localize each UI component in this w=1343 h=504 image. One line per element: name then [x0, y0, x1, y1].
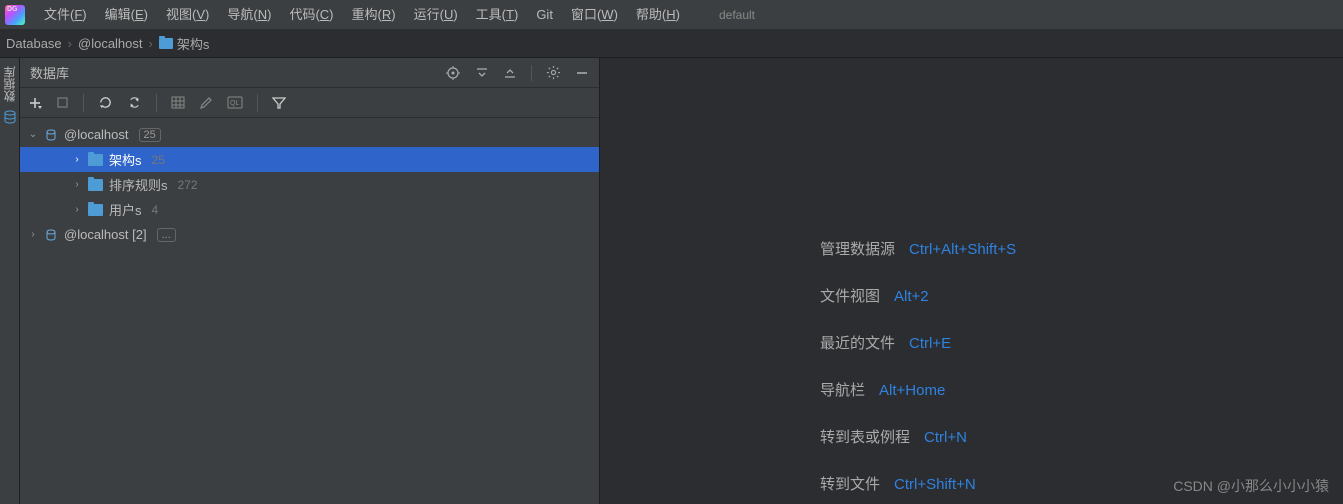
menu-item-H[interactable]: 帮助(H): [627, 0, 689, 30]
side-tab-label: 数据库: [1, 66, 18, 102]
shortcut-label: 转到表或例程: [820, 426, 910, 447]
tree-row[interactable]: ⌄ @localhost 25: [20, 122, 599, 147]
menu-item-F[interactable]: 文件(F): [35, 0, 96, 30]
welcome-pane: 管理数据源 Ctrl+Alt+Shift+S 文件视图 Alt+2 最近的文件 Ctrl+…: [600, 58, 1343, 504]
separator: [83, 94, 84, 112]
tree-label: 架构s: [109, 150, 142, 169]
table-icon[interactable]: [171, 96, 185, 109]
menu-item-N[interactable]: 导航(N): [218, 0, 280, 30]
count-label: 272: [178, 178, 198, 192]
tree-label: 用户s: [109, 200, 142, 219]
database-panel: 数据库: [20, 58, 600, 504]
shortcut-row: 转到文件 Ctrl+Shift+N: [820, 473, 1016, 494]
folder-icon: [88, 154, 103, 166]
shortcut-label: 转到文件: [820, 473, 880, 494]
add-icon[interactable]: [28, 96, 42, 110]
ellipsis-badge[interactable]: ...: [157, 228, 176, 242]
folder-icon: [88, 204, 103, 216]
breadcrumb-host[interactable]: @localhost: [78, 36, 143, 51]
shortcut-label: 导航栏: [820, 379, 865, 400]
shortcut-key: Ctrl+Shift+N: [894, 476, 976, 493]
folder-icon: [88, 179, 103, 191]
chevron-right-icon[interactable]: ›: [72, 154, 82, 165]
filter-icon[interactable]: [272, 96, 286, 110]
panel-header: 数据库: [20, 58, 599, 88]
expand-down-icon[interactable]: [475, 66, 489, 80]
shortcut-key: Alt+2: [894, 288, 929, 305]
separator: [156, 94, 157, 112]
refresh-icon[interactable]: [98, 95, 113, 110]
shortcut-key: Ctrl+N: [924, 429, 967, 446]
side-tab[interactable]: 数据库: [0, 58, 20, 504]
separator: [531, 65, 532, 81]
shortcut-row: 最近的文件 Ctrl+E: [820, 332, 1016, 353]
menu-item-C[interactable]: 代码(C): [280, 0, 342, 30]
count-label: 25: [152, 153, 165, 167]
menu-item-Git[interactable]: Git: [527, 0, 562, 30]
menu-item-U[interactable]: 运行(U): [405, 0, 467, 30]
chevron-right-icon: ›: [68, 36, 72, 51]
gear-icon[interactable]: [546, 65, 561, 80]
tree-label: @localhost [2]: [64, 227, 147, 242]
chevron-down-icon[interactable]: ⌄: [28, 129, 38, 140]
count-label: 4: [152, 203, 159, 217]
panel-actions: [445, 65, 589, 81]
database-tree: ⌄ @localhost 25 › 架构s 25 › 排序规则s 272 › 用户s 4 › @local…: [20, 118, 599, 504]
breadcrumb-root[interactable]: Database: [6, 36, 62, 51]
collapse-up-icon[interactable]: [503, 66, 517, 80]
shortcut-row: 转到表或例程 Ctrl+N: [820, 426, 1016, 447]
database-icon: [3, 110, 17, 124]
tree-label: @localhost: [64, 127, 129, 142]
menu-item-V[interactable]: 视图(V): [157, 0, 218, 30]
panel-title: 数据库: [30, 63, 69, 82]
menu-item-T[interactable]: 工具(T): [467, 0, 528, 30]
tree-row[interactable]: › 排序规则s 272: [20, 172, 599, 197]
target-icon[interactable]: [445, 65, 461, 81]
menu-item-R[interactable]: 重构(R): [343, 0, 405, 30]
breadcrumb: Database › @localhost › 架构s: [0, 30, 1343, 58]
shortcut-key: Alt+Home: [879, 382, 945, 399]
default-label: default: [719, 8, 755, 22]
panel-toolbar: QL: [20, 88, 599, 118]
app-icon: [5, 5, 25, 25]
svg-text:QL: QL: [230, 100, 239, 107]
console-icon[interactable]: QL: [227, 96, 243, 109]
sync-icon[interactable]: [127, 95, 142, 110]
edit-icon[interactable]: [199, 96, 213, 110]
breadcrumb-folder-label: 架构s: [177, 34, 210, 53]
shortcut-label: 最近的文件: [820, 332, 895, 353]
chevron-right-icon[interactable]: ›: [28, 229, 38, 240]
shortcut-key: Ctrl+Alt+Shift+S: [909, 241, 1016, 258]
stop-icon[interactable]: [56, 96, 69, 109]
tree-row[interactable]: › 架构s 25: [20, 147, 599, 172]
shortcuts-list: 管理数据源 Ctrl+Alt+Shift+S 文件视图 Alt+2 最近的文件 Ctrl+…: [820, 238, 1016, 494]
shortcut-key: Ctrl+E: [909, 335, 951, 352]
shortcut-row: 文件视图 Alt+2: [820, 285, 1016, 306]
menu-item-E[interactable]: 编辑(E): [96, 0, 157, 30]
chevron-right-icon[interactable]: ›: [72, 179, 82, 190]
main-area: 数据库 数据库: [0, 58, 1343, 504]
shortcut-label: 管理数据源: [820, 238, 895, 259]
separator: [257, 94, 258, 112]
database-icon: [44, 128, 58, 142]
tree-row[interactable]: › @localhost [2]...: [20, 222, 599, 247]
menubar: 文件(F)编辑(E)视图(V)导航(N)代码(C)重构(R)运行(U)工具(T)…: [0, 0, 1343, 30]
menu-container: 文件(F)编辑(E)视图(V)导航(N)代码(C)重构(R)运行(U)工具(T)…: [35, 0, 689, 30]
tree-label: 排序规则s: [109, 175, 168, 194]
shortcut-row: 导航栏 Alt+Home: [820, 379, 1016, 400]
shortcut-row: 管理数据源 Ctrl+Alt+Shift+S: [820, 238, 1016, 259]
menu-item-W[interactable]: 窗口(W): [562, 0, 627, 30]
watermark: CSDN @小那么小小小猿: [1173, 476, 1329, 496]
chevron-right-icon: ›: [149, 36, 153, 51]
count-badge: 25: [139, 128, 161, 142]
chevron-right-icon[interactable]: ›: [72, 204, 82, 215]
tree-row[interactable]: › 用户s 4: [20, 197, 599, 222]
breadcrumb-folder[interactable]: 架构s: [159, 34, 210, 53]
minimize-icon[interactable]: [575, 66, 589, 80]
database-icon: [44, 228, 58, 242]
folder-icon: [159, 38, 173, 49]
shortcut-label: 文件视图: [820, 285, 880, 306]
